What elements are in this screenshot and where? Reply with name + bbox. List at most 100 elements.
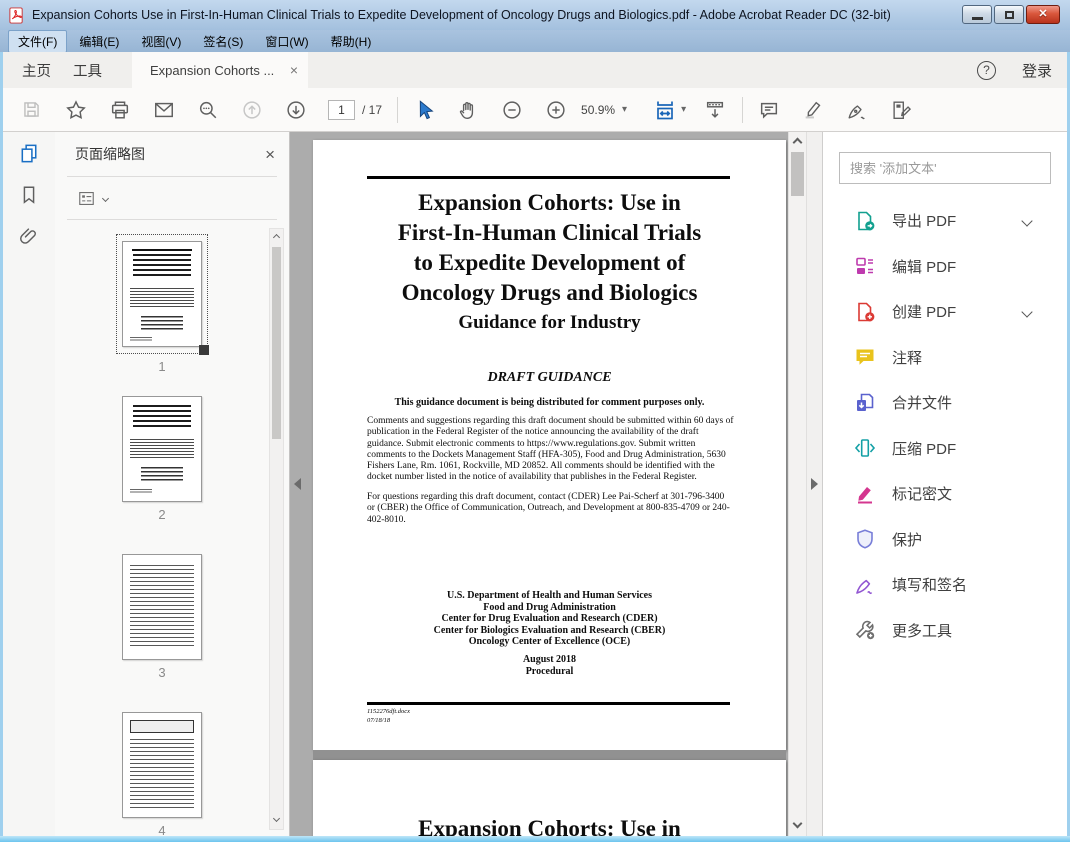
comment-button[interactable] [757,98,780,121]
select-tool-button[interactable] [412,98,435,121]
sign-in-button[interactable]: 登录 [1022,60,1052,81]
tool-edit-pdf[interactable]: 编辑 PDF [823,244,1067,290]
zoom-level-select[interactable]: 50.9% ▾ [581,103,627,117]
tool-combine-files[interactable]: 合并文件 [823,380,1067,426]
collapse-right-panel-button[interactable] [811,478,818,490]
distribution-notice: This guidance document is being distribu… [394,397,705,408]
collapse-left-panel-button[interactable] [294,478,301,490]
thumbnails-scrollbar [269,228,284,830]
menu-item-view[interactable]: 视图(V) [131,30,191,53]
page-number-input[interactable] [328,99,355,120]
close-icon: ✕ [1038,8,1048,20]
title-bar: Expansion Cohorts Use in First-In-Human … [0,0,1070,30]
tool-protect[interactable]: 保护 [823,517,1067,563]
acrobat-reader-window: Expansion Cohorts Use in First-In-Human … [0,0,1070,842]
tools-search-input[interactable] [839,152,1051,184]
paperclip-icon [20,228,36,244]
tool-redact[interactable]: 标记密文 [823,471,1067,517]
thumbnail-page-4[interactable] [122,712,202,818]
compress-pdf-icon [854,439,876,458]
thumbnails-panel-title: 页面缩略图 [75,146,145,162]
tool-create-pdf[interactable]: 创建 PDF [823,289,1067,335]
document-viewport[interactable]: Expansion Cohorts: Use in First-In-Human… [290,132,788,836]
chevron-down-icon [1021,306,1033,318]
page-scrolling-button[interactable] [703,98,726,121]
page-thumbnail-image [122,554,202,660]
save-icon [24,102,39,117]
previous-page-button[interactable] [240,98,263,121]
search-button[interactable] [196,98,219,121]
menu-item-window[interactable]: 窗口(W) [255,30,318,53]
bookmarks-rail-button[interactable] [3,174,55,216]
comment-icon [760,102,777,119]
combine-files-icon [857,393,874,411]
tab-tools[interactable]: 工具 [73,60,102,81]
minimize-button[interactable] [962,5,992,24]
menu-item-file[interactable]: 文件(F) [8,29,68,53]
fill-sign-toolbar-button[interactable] [889,98,912,121]
divider [67,219,277,220]
window-border-bottom [0,836,1070,842]
scroll-up-icon[interactable] [792,137,803,148]
scroll-page-icon [706,101,723,118]
zoom-in-button[interactable] [544,98,567,121]
tab-home[interactable]: 主页 [22,60,51,81]
scrollbar-thumb[interactable] [791,152,804,196]
window-title: Expansion Cohorts Use in First-In-Human … [32,8,891,22]
maximize-icon [1004,10,1014,19]
fill-sign-doc-icon [893,101,911,119]
zoom-out-button[interactable] [500,98,523,121]
email-button[interactable] [152,98,175,121]
sign-button[interactable] [845,98,868,121]
close-button[interactable]: ✕ [1026,5,1060,24]
attachments-rail-button[interactable] [3,216,55,258]
help-button[interactable]: ? [976,60,996,80]
highlight-button[interactable] [801,98,824,121]
next-page-button[interactable] [284,98,307,121]
title-rule [367,176,730,179]
page-thumbnails-rail-button[interactable] [3,132,55,174]
document-subtitle: Guidance for Industry [458,312,641,333]
tab-document[interactable]: Expansion Cohorts ... × [132,52,308,88]
print-button[interactable] [108,98,131,121]
minimize-icon [971,17,983,20]
thumbnail-page-1[interactable] [116,234,209,355]
menu-bar: 文件(F) 编辑(E) 视图(V) 签名(S) 窗口(W) 帮助(H) [0,29,1070,53]
chevron-down-icon: ▾ [681,104,687,115]
menu-item-edit[interactable]: 编辑(E) [69,30,129,53]
main-toolbar: / 17 50.9% ▾ ▾ [0,88,1070,132]
thumbnail-page-2[interactable] [122,396,202,502]
highlighter-icon [805,101,821,118]
document-title: Expansion Cohorts: Use in First-In-Human… [397,190,702,305]
panel-close-icon[interactable]: × [265,146,275,163]
page-thumbnails-icon [21,144,36,162]
print-icon [111,100,128,119]
tool-export-pdf[interactable]: 导出 PDF [823,198,1067,244]
scroll-up-icon[interactable] [272,233,281,242]
help-icon: ? [983,63,990,77]
scroll-down-icon[interactable] [272,814,281,823]
thumbnail-page-3[interactable] [122,554,202,660]
draft-guidance-label: DRAFT GUIDANCE [487,370,612,385]
right-panel-handle [806,132,822,836]
footer-rule [367,702,730,705]
scroll-down-icon[interactable] [792,818,803,829]
maximize-button[interactable] [994,5,1024,24]
tool-more-tools[interactable]: 更多工具 [823,608,1067,654]
menu-item-help[interactable]: 帮助(H) [321,30,382,53]
tab-close-icon[interactable]: × [290,63,298,77]
tool-comment[interactable]: 注释 [823,335,1067,381]
tool-compress-pdf[interactable]: 压缩 PDF [823,426,1067,472]
hand-tool-button[interactable] [456,98,479,121]
thumbnails-options-button[interactable] [55,177,289,219]
window-border-left [0,52,3,836]
fit-width-button[interactable]: ▾ [653,98,686,122]
menu-item-sign[interactable]: 签名(S) [193,30,253,53]
favorites-button[interactable] [64,98,87,121]
tool-fill-sign[interactable]: 填写和签名 [823,562,1067,608]
scrollbar-thumb[interactable] [272,247,281,439]
tab-bar: 主页 工具 Expansion Cohorts ... × ? 登录 [0,52,1070,88]
toolbar-separator [742,96,744,123]
thumbnail-page-label: 2 [158,507,166,522]
save-button[interactable] [20,98,43,121]
